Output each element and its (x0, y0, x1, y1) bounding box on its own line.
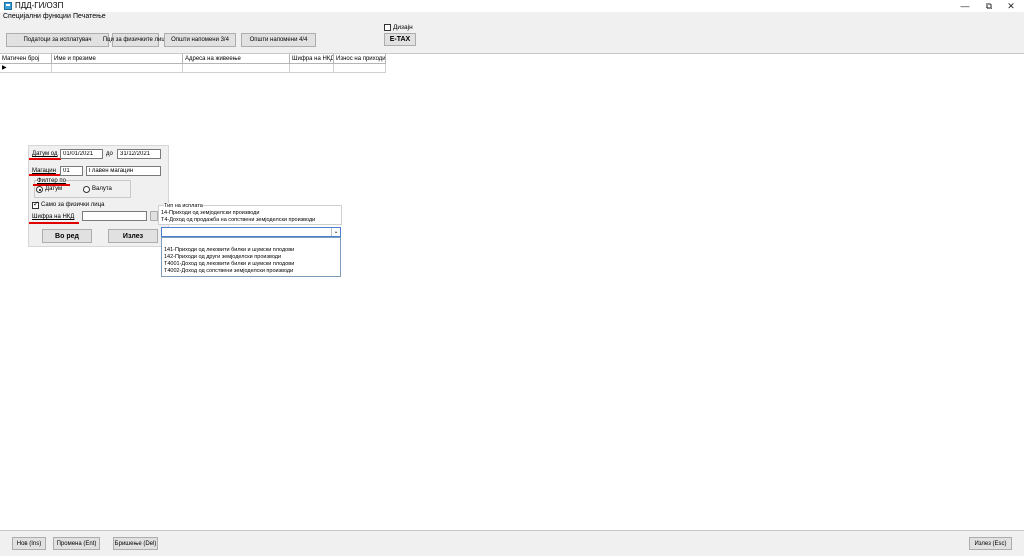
title-bar (0, 0, 1024, 12)
only-physical-label: Само за физички лица (41, 202, 105, 208)
table-cell[interactable] (290, 64, 334, 73)
close-button[interactable]: ✕ (996, 0, 1024, 12)
column-header-address[interactable]: Адреса на живеење (183, 54, 290, 64)
warehouse-name-field[interactable] (86, 166, 161, 176)
date-from-label: Датум од (32, 151, 58, 157)
table-row[interactable] (0, 64, 52, 73)
ok-button[interactable]: Во ред (42, 229, 92, 243)
column-header-income[interactable]: Износ на приходи (334, 54, 386, 64)
date-from-input[interactable] (60, 149, 103, 159)
payment-type-header-line: 14-Приходи од земјоделски производи (161, 210, 260, 216)
dropdown-option[interactable]: 142-Приходи од други земјоделски произво… (164, 254, 281, 260)
nkd-input[interactable] (82, 211, 147, 221)
dropdown-option[interactable]: Т4002-Доход од сопствени земјоделски про… (164, 268, 293, 274)
new-button[interactable]: Нов (Ins) (12, 537, 46, 550)
red-underline-mark (29, 222, 79, 224)
menu-printing[interactable]: Печатење (73, 13, 106, 20)
only-physical-checkbox[interactable] (32, 200, 39, 209)
window-title: ПДД-ГИ/ОЗП (15, 1, 64, 10)
design-label: Дизајн (393, 24, 413, 31)
app-icon (4, 2, 12, 10)
current-row-arrow-icon: ▶ (2, 65, 7, 71)
general-notes-4-4-button[interactable]: Општи напомени 4/4 (241, 33, 316, 47)
etax-button[interactable]: E-TAX (384, 33, 416, 46)
table-cell[interactable] (183, 64, 290, 73)
filter-date-radio[interactable] (36, 186, 43, 193)
payment-type-header-line: Т4-Доход од продажба на сопствени земјод… (161, 217, 316, 223)
payment-type-select[interactable]: ⌄ (161, 227, 341, 237)
table-cell[interactable] (52, 64, 183, 73)
date-to-label: до (106, 151, 113, 157)
column-header-name[interactable]: Име и презиме (52, 54, 183, 64)
column-header-id-number[interactable]: Матичен број (0, 54, 52, 64)
delete-button[interactable]: Бришење (Del) (113, 537, 158, 550)
nkd-lookup-button[interactable] (150, 211, 158, 221)
edit-button[interactable]: Промена (Ent) (53, 537, 100, 550)
exit-button[interactable]: Излез (108, 229, 158, 243)
dropdown-option[interactable]: 141-Приходи од лековити билки и шумски п… (164, 247, 294, 253)
filter-currency-label: Валута (92, 186, 112, 192)
payer-data-button[interactable]: Податоци за исплатувач (6, 33, 109, 47)
physical-persons-button[interactable]: Пци за физичките лица (103, 33, 168, 47)
general-notes-3-4-button[interactable]: Општи напомени 3/4 (164, 33, 236, 47)
payment-type-dropdown-list: 141-Приходи од лековити билки и шумски п… (161, 237, 341, 277)
date-to-input[interactable] (117, 149, 161, 159)
column-header-nkd[interactable]: Шифра на НКД (290, 54, 334, 64)
design-checkbox[interactable] (384, 24, 391, 31)
filter-currency-radio[interactable] (83, 186, 90, 193)
menu-bar (0, 12, 1024, 23)
chevron-down-icon[interactable]: ⌄ (331, 228, 340, 236)
dropdown-option[interactable]: Т4001-Доход од лековити билки и шумски п… (164, 261, 294, 267)
table-cell[interactable] (334, 64, 386, 73)
nkd-label: Шифра на НКД (32, 214, 75, 220)
red-underline-mark (29, 174, 61, 176)
filter-date-label: Датум (45, 186, 63, 192)
payment-type-title: Тип на исплата (164, 203, 203, 209)
menu-special-functions[interactable]: Специјални функции (3, 13, 71, 20)
warehouse-code-input[interactable] (60, 166, 83, 176)
red-underline-mark (29, 158, 61, 160)
exit-esc-button[interactable]: Излез (Esc) (969, 537, 1012, 550)
